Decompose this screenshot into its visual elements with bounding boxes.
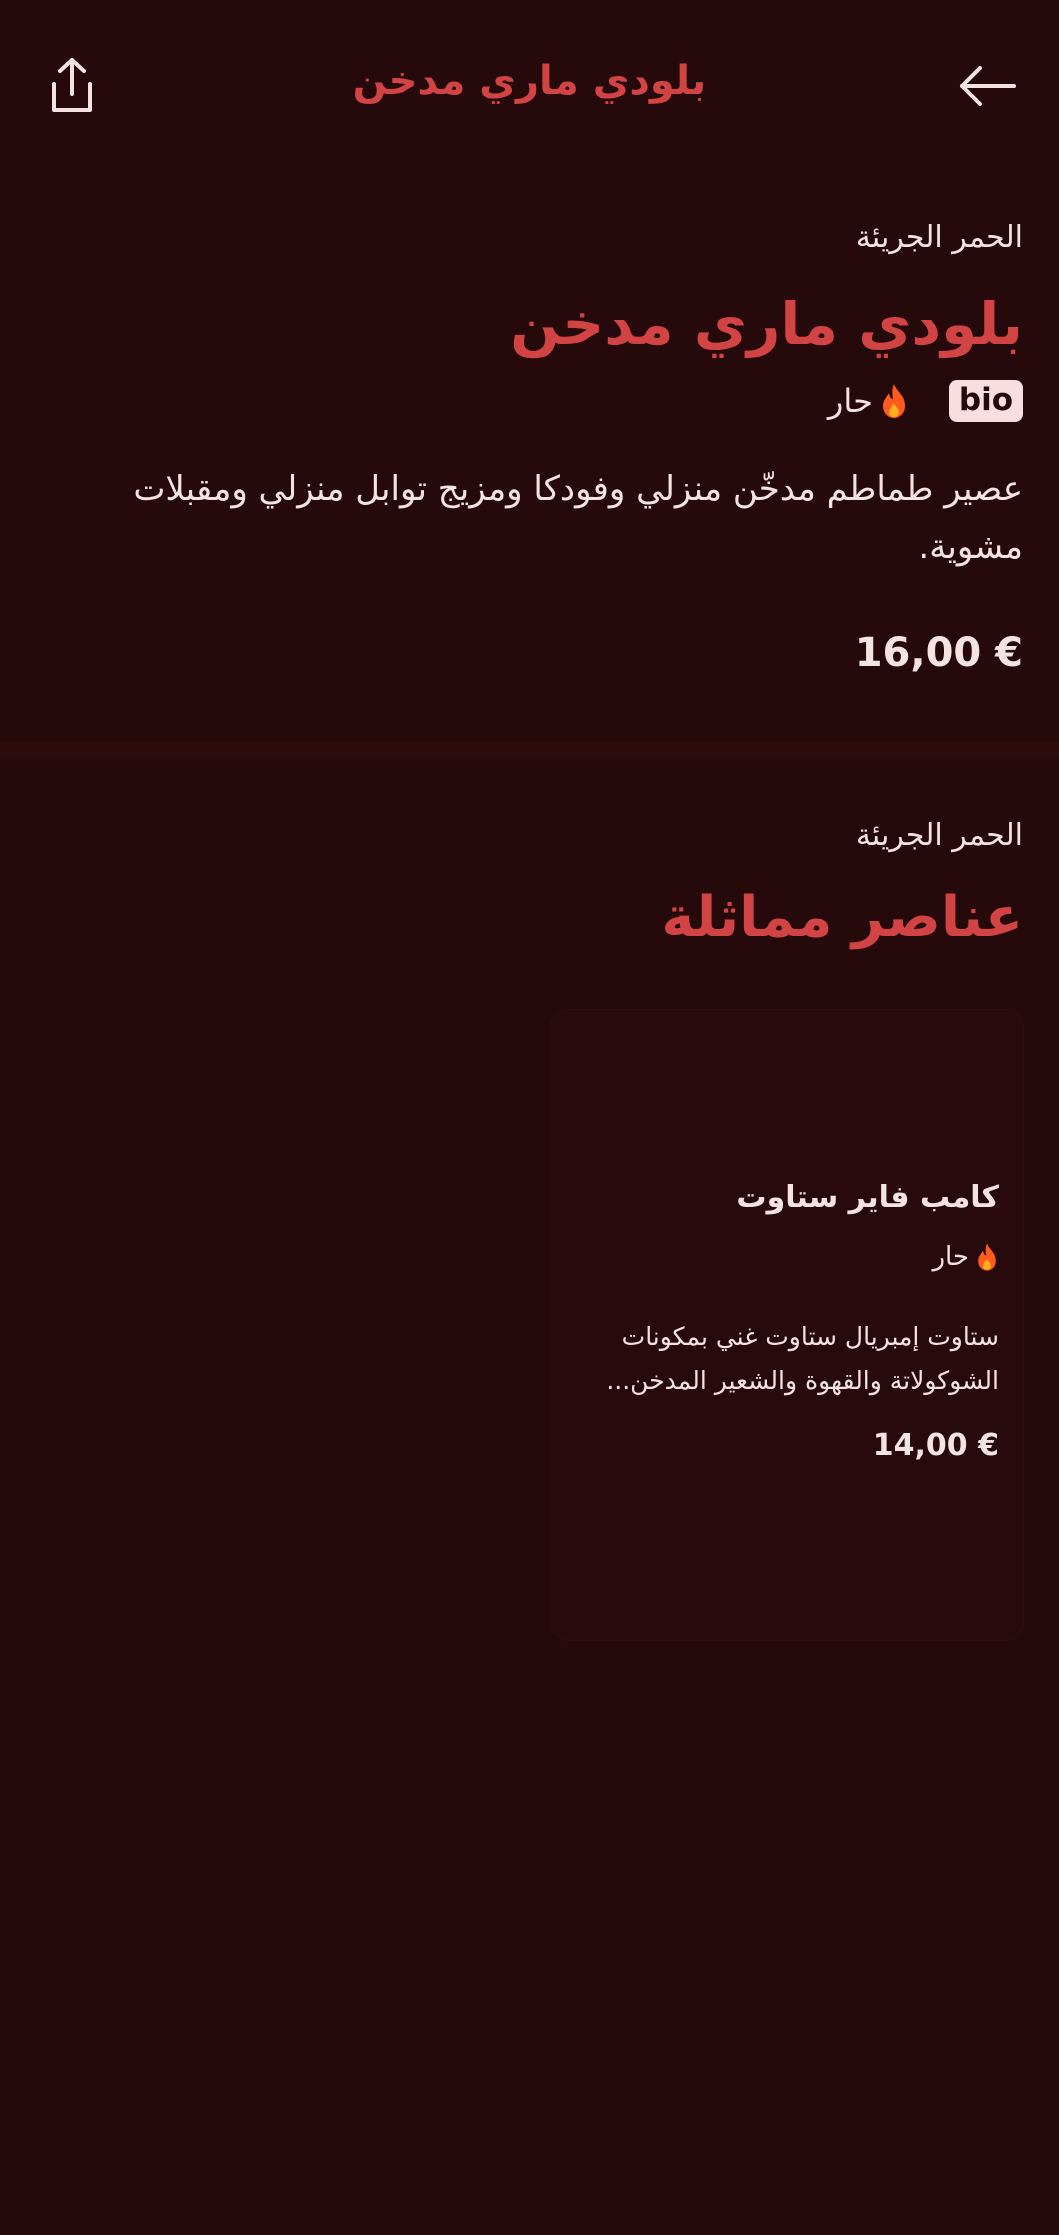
similar-item-spicy-label: حار (932, 1242, 969, 1272)
bio-badge: bio (948, 380, 1023, 422)
back-button[interactable] (946, 44, 1030, 128)
product-details: الحمر الجريئة بلودي ماري مدخن bio حار عص… (0, 170, 1059, 745)
spicy-label: حار (827, 382, 873, 420)
flame-icon (882, 384, 905, 418)
product-tags: bio حار (828, 380, 1023, 422)
similar-item-description: ستاوت إمبريال ستاوت غني بمكونات الشوكولا… (606, 1322, 999, 1395)
similar-category: الحمر الجريئة (855, 818, 1023, 853)
product-title: بلودي ماري مدخن (510, 290, 1023, 358)
product-price: 16,00 € (854, 630, 1023, 676)
similar-title: عناصر مماثلة (661, 885, 1023, 950)
similar-item-card[interactable]: كامب فاير ستاوت حار ستاوت إمبريال ستاوت … (551, 1010, 1023, 1640)
arrow-left-icon (960, 66, 1016, 106)
section-divider (0, 742, 1059, 760)
product-description: عصير طماطم مدخّن منزلي وفودكا ومزيج تواب… (133, 469, 1023, 567)
similar-item-tags: حار (932, 1242, 999, 1272)
top-bar: بلودي ماري مدخن (0, 0, 1059, 170)
spicy-tag: حار (828, 382, 909, 420)
page-title: بلودي ماري مدخن (352, 58, 707, 104)
similar-item-price: 14,00 € (872, 1428, 999, 1463)
similar-item-title: كامب فاير ستاوت (736, 1180, 999, 1215)
product-category: الحمر الجريئة (855, 220, 1023, 255)
flame-icon (978, 1243, 996, 1271)
similar-items-section: الحمر الجريئة عناصر مماثلة كامب فاير ستا… (0, 760, 1059, 1660)
